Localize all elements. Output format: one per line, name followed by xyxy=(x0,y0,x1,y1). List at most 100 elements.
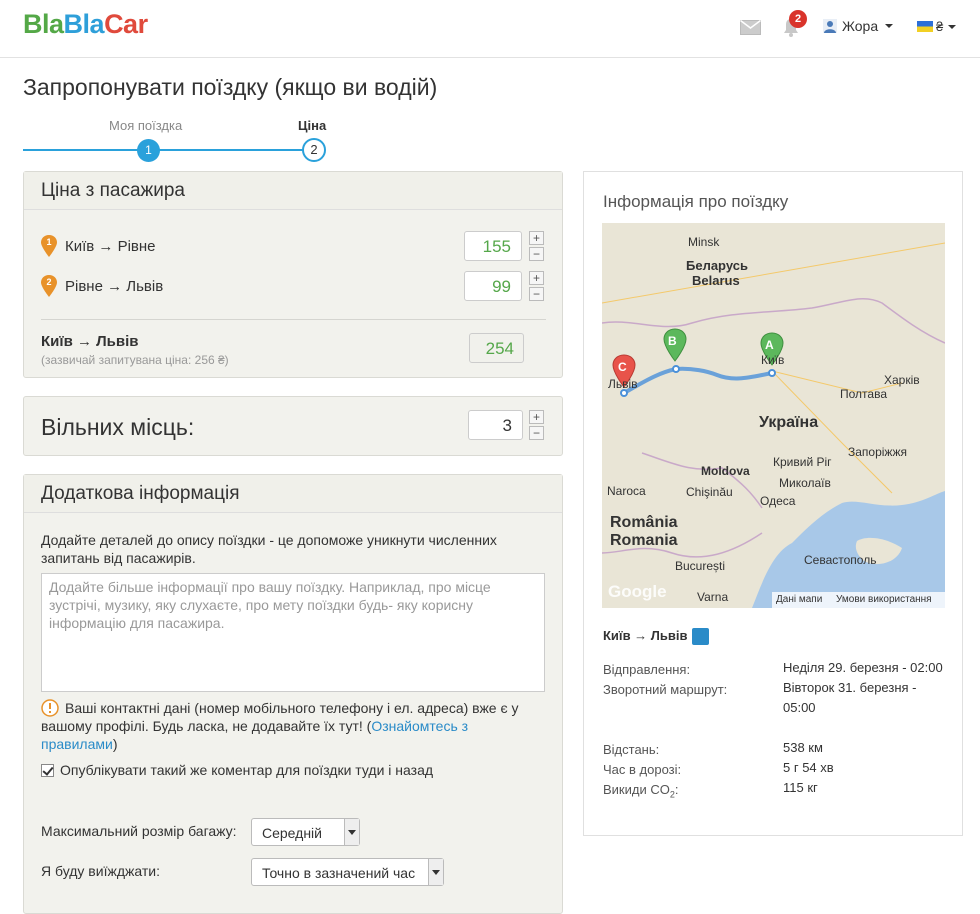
departure-flex-label: Я буду виїжджати: xyxy=(41,863,160,879)
increment-button[interactable]: + xyxy=(529,231,544,245)
marker-a[interactable]: A xyxy=(765,338,774,352)
co2-value: 115 кг xyxy=(783,780,818,795)
mail-icon[interactable] xyxy=(740,20,761,35)
trip-info-panel: Інформація про поїздку A B C Minsk Белар… xyxy=(583,171,963,836)
chevron-down-icon xyxy=(948,24,957,29)
seats-label: Вільних місць: xyxy=(41,414,195,440)
trip-info-title: Інформація про поїздку xyxy=(603,192,789,211)
pin-2-icon: 2 xyxy=(41,275,57,297)
chevron-down-icon xyxy=(885,24,894,28)
notification-badge: 2 xyxy=(789,10,807,28)
publish-both-ways-checkbox[interactable]: Опублікувати такий же коментар для поїзд… xyxy=(41,762,433,778)
terms-link[interactable]: Умови використання xyxy=(836,594,932,605)
step-1-dot[interactable]: 1 xyxy=(137,139,160,162)
map-label-zaporizhzhia: Запоріжжя xyxy=(848,445,907,459)
duration-label: Час в дорозі: xyxy=(603,762,682,777)
steps-line xyxy=(23,149,303,151)
return-label: Зворотний маршрут: xyxy=(603,682,728,697)
increment-button[interactable]: + xyxy=(529,271,544,285)
blablacar-logo[interactable]: BlaBlaCar xyxy=(23,9,148,40)
leg-1-price-input[interactable]: 155 xyxy=(464,231,522,261)
user-icon xyxy=(823,19,837,33)
map-label-sevastopol: Севастополь xyxy=(804,553,877,567)
currency-menu[interactable]: ₴ xyxy=(917,19,957,34)
google-logo[interactable]: Google xyxy=(608,582,667,602)
distance-label: Відстань: xyxy=(603,742,660,757)
map-label-odesa: Одеса xyxy=(760,494,796,508)
map-label-poltava: Полтава xyxy=(840,387,887,401)
map-label-mykolaiv: Миколаїв xyxy=(779,476,831,490)
seats-stepper[interactable]: + − xyxy=(529,410,544,440)
top-header: BlaBlaCar 2 Жора ₴ xyxy=(0,0,980,58)
checkbox-checked[interactable] xyxy=(41,763,54,777)
map-label-romania-2: Romania xyxy=(610,532,678,549)
currency-symbol: ₴ xyxy=(936,19,944,34)
map-label-chisinau: Chişinău xyxy=(686,485,733,499)
total-price: 254 xyxy=(469,333,524,363)
map-label-ukraine: Україна xyxy=(759,414,819,431)
leg-1-route: Київ → Рівне xyxy=(65,237,156,255)
total-route: Київ → Львів xyxy=(41,333,139,350)
decrement-button[interactable]: − xyxy=(529,247,544,261)
map-label-moldova: Moldova xyxy=(701,464,750,478)
distance-value: 538 км xyxy=(783,740,823,755)
return-value: Вівторок 31. березня - 05:00 xyxy=(783,680,917,715)
map-data-link[interactable]: Дані мапи xyxy=(776,594,822,605)
map-label-varna: Varna xyxy=(697,590,729,604)
leg-1-row: 1 Київ → Рівне xyxy=(41,235,156,257)
co2-label: Викиди CO2: xyxy=(603,782,679,800)
ukraine-flag-icon xyxy=(917,21,933,32)
comment-textarea[interactable]: Додайте більше інформації про вашу поїзд… xyxy=(41,573,545,692)
total-hint: (зазвичай запитувана ціна: 256 ₴) xyxy=(41,353,229,367)
decrement-button[interactable]: − xyxy=(529,426,544,440)
extra-heading: Додаткова інформація xyxy=(24,475,562,513)
map-label-romania-1: România xyxy=(610,514,678,531)
map-label-kharkiv: Харків xyxy=(884,373,920,387)
chevron-down-icon xyxy=(344,819,359,845)
map-label-bucuresti: București xyxy=(675,559,726,573)
luggage-label: Максимальний розмір багажу: xyxy=(41,823,237,839)
seats-panel: Вільних місць: 3 + − xyxy=(23,396,563,456)
progress-steps: Моя поїздка Ціна 1 2 xyxy=(23,118,343,162)
departure-value: Неділя 29. березня - 02:00 xyxy=(783,660,943,675)
map-label-kryvyi-rih: Кривий Ріг xyxy=(773,455,832,469)
leg-2-route: Рівне → Львів xyxy=(65,277,164,295)
departure-label: Відправлення: xyxy=(603,662,691,677)
user-name: Жора xyxy=(842,18,879,34)
map-label-kyiv: Київ xyxy=(761,353,785,367)
contact-warning: Ваші контактні дані (номер мобільного те… xyxy=(41,700,519,752)
pin-1-icon: 1 xyxy=(41,235,57,257)
highway-icon xyxy=(691,628,709,646)
extra-description: Додайте деталей до опису поїздки - це до… xyxy=(41,532,497,566)
marker-b[interactable]: B xyxy=(668,334,677,348)
map-label-minsk: Minsk xyxy=(688,235,720,249)
decrement-button[interactable]: − xyxy=(529,287,544,301)
page-title: Запропонувати поїздку (якщо ви водій) xyxy=(23,74,438,100)
step-1-label[interactable]: Моя поїздка xyxy=(109,118,182,133)
divider xyxy=(41,319,546,320)
leg-2-stepper[interactable]: + − xyxy=(529,271,544,301)
seats-input[interactable]: 3 xyxy=(468,410,523,440)
increment-button[interactable]: + xyxy=(529,410,544,424)
price-panel: Ціна з пасажира 1 Київ → Рівне 155 + − 2 … xyxy=(23,171,563,378)
map-label-belarus-ua: Беларусь xyxy=(686,258,748,273)
leg-1-stepper[interactable]: + − xyxy=(529,231,544,261)
route-map[interactable]: A B C Minsk Беларусь Belarus Україна Киї… xyxy=(602,223,945,608)
luggage-select[interactable]: Середній xyxy=(251,818,360,846)
chevron-down-icon xyxy=(428,859,443,885)
duration-value: 5 г 54 хв xyxy=(783,760,834,775)
publish-label: Опублікувати такий же коментар для поїзд… xyxy=(60,762,434,778)
price-heading: Ціна з пасажира xyxy=(24,172,562,210)
map-label-naroca: Naroca xyxy=(607,484,646,498)
marker-c[interactable]: C xyxy=(618,360,627,374)
map-label-belarus: Belarus xyxy=(692,273,740,288)
leg-2-price-input[interactable]: 99 xyxy=(464,271,522,301)
step-2-dot: 2 xyxy=(302,138,326,162)
map-label-lviv: Львів xyxy=(608,377,638,391)
svg-text:2: 2 xyxy=(46,277,51,287)
step-2-label: Ціна xyxy=(298,118,327,133)
user-menu[interactable]: Жора xyxy=(823,18,894,34)
departure-flex-select[interactable]: Точно в зазначений час xyxy=(251,858,444,886)
svg-text:1: 1 xyxy=(46,237,51,247)
leg-2-row: 2 Рівне → Львів xyxy=(41,275,163,297)
